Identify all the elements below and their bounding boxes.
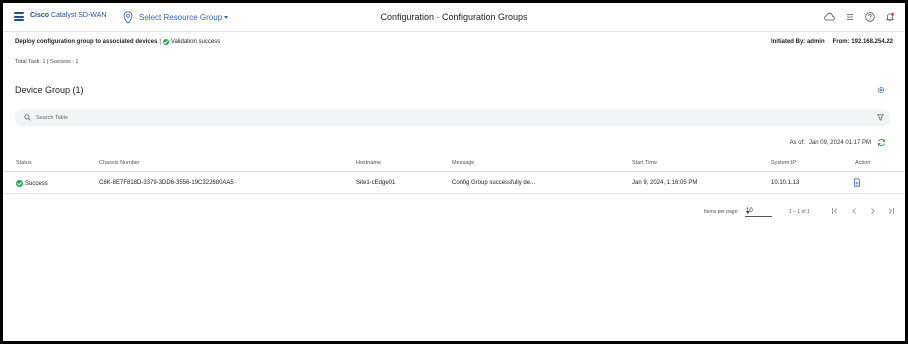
- chassis-number-cell: C8K-8E7F818D-3379-3DD6-3556-19C322680AA5: [99, 180, 234, 186]
- device-group-title: Device Group (1): [15, 85, 84, 95]
- table-row: Success C8K-8E7F818D-3379-3DD6-3556-19C3…: [3, 173, 905, 194]
- separator: |: [159, 39, 161, 45]
- hostname-cell: Site1-cEdge01: [356, 180, 396, 186]
- search-bar: [15, 109, 890, 126]
- search-input[interactable]: [36, 114, 856, 121]
- search-icon: [24, 114, 31, 121]
- previous-page-icon[interactable]: [849, 206, 859, 216]
- status-cell: Success: [16, 180, 48, 187]
- page-title: Configuration · Configuration Groups: [380, 12, 528, 22]
- column-header-system-ip[interactable]: System IP: [771, 160, 796, 166]
- column-header-action: Action: [855, 160, 871, 166]
- column-header-chassis-number[interactable]: Chassis Number: [99, 160, 140, 166]
- column-header-message[interactable]: Message: [452, 160, 474, 166]
- table-settings-gear-icon[interactable]: [877, 86, 885, 94]
- pagination-range: 1 – 1 of 1: [789, 209, 810, 215]
- check-circle-icon: [16, 180, 23, 187]
- deploy-status-line: Deploy configuration group to associated…: [15, 39, 220, 45]
- status-value: Success: [25, 180, 48, 187]
- next-page-icon[interactable]: [868, 206, 878, 216]
- check-circle-icon: [162, 39, 169, 45]
- start-time-cell: Jan 9, 2024, 1:16:05 PM: [632, 180, 698, 186]
- app-window: Cisco Catalyst SD-WAN Select Resource Gr…: [3, 3, 905, 341]
- as-of-label: As of:: [789, 140, 805, 146]
- first-page-icon[interactable]: [830, 206, 840, 216]
- as-of-value: Jan 09, 2024 01:17 PM: [808, 140, 871, 146]
- total-task-summary: Total Task: 1 | Success : 1: [15, 59, 79, 65]
- help-icon[interactable]: [864, 11, 875, 22]
- column-header-hostname[interactable]: Hostname: [356, 160, 381, 166]
- top-icons: [824, 11, 895, 22]
- validation-status: Validation success: [170, 39, 221, 45]
- table-header: Status Chassis Number Hostname Message S…: [3, 154, 905, 172]
- system-ip-cell: 10.10.1.13: [771, 180, 800, 186]
- document-icon[interactable]: [853, 178, 861, 187]
- filter-icon[interactable]: [877, 114, 884, 121]
- chevron-down-icon: [746, 211, 750, 214]
- initiated-by: Initiated By: admin: [770, 39, 825, 45]
- last-page-icon[interactable]: [886, 206, 896, 216]
- items-per-page-select[interactable]: 10: [745, 207, 772, 217]
- as-of-timestamp: As of: Jan 09, 2024 01:17 PM: [790, 140, 871, 146]
- column-header-start-time[interactable]: Start Time: [632, 160, 657, 166]
- top-bar: Cisco Catalyst SD-WAN Select Resource Gr…: [3, 3, 905, 32]
- deploy-title: Deploy configuration group to associated…: [15, 39, 158, 45]
- message-cell: Config Group successfully de...: [452, 180, 536, 186]
- initiated-info: Initiated By: admin From: 192.168.254.22: [771, 39, 893, 45]
- items-per-page-label: Items per page:: [704, 209, 739, 215]
- bell-icon[interactable]: [884, 11, 895, 22]
- column-header-status[interactable]: Status: [16, 160, 32, 166]
- refresh-icon[interactable]: [877, 138, 886, 147]
- cloud-icon[interactable]: [824, 11, 835, 22]
- list-icon[interactable]: [844, 11, 855, 22]
- initiated-from: From: 192.168.254.22: [832, 39, 893, 45]
